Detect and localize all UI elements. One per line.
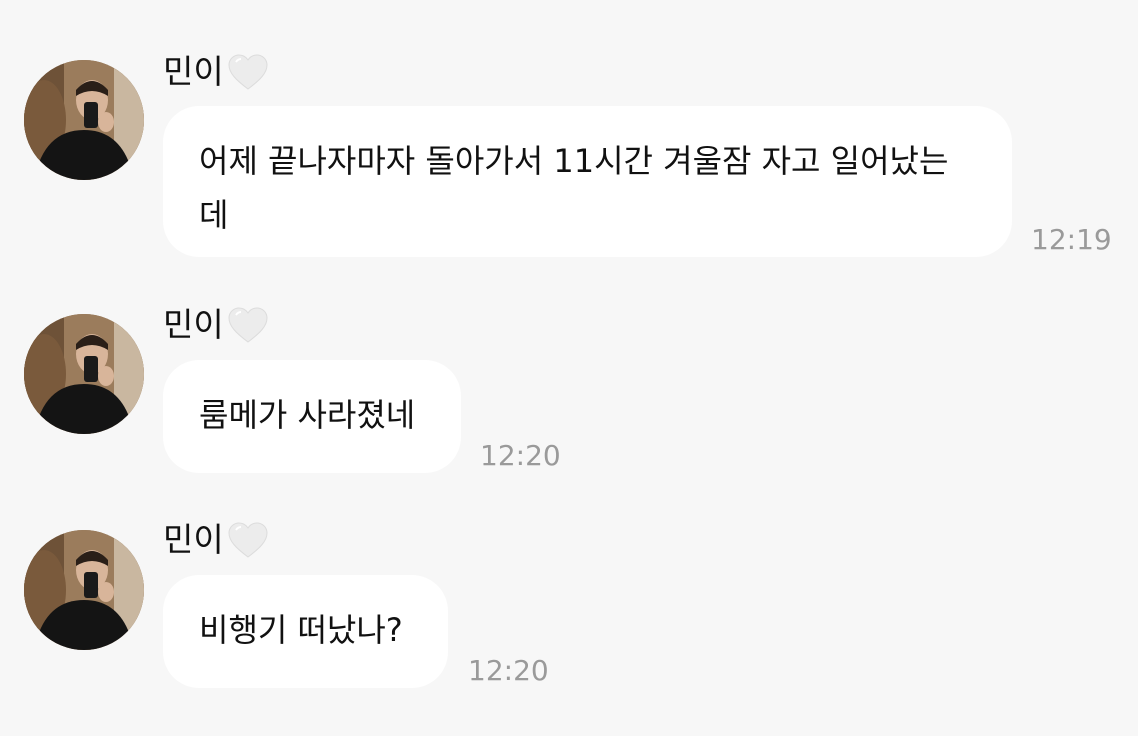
message-bubble[interactable]: 룸메가 사라졌네 <box>163 360 461 473</box>
sender-row: 민이 <box>163 50 270 94</box>
sender-row: 민이 <box>163 303 270 347</box>
avatar[interactable] <box>24 530 144 650</box>
message-time: 12:19 <box>1031 223 1112 256</box>
white-heart-icon <box>228 522 268 558</box>
sender-row: 민이 <box>163 518 270 562</box>
avatar[interactable] <box>24 60 144 180</box>
message-time: 12:20 <box>480 439 561 472</box>
white-heart-icon <box>228 54 268 90</box>
message-bubble[interactable]: 어제 끝나자마자 돌아가서 11시간 겨울잠 자고 일어났는데 <box>163 106 1012 257</box>
sender-name: 민이 <box>163 305 224 344</box>
message-bubble[interactable]: 비행기 떠났나? <box>163 575 448 688</box>
avatar[interactable] <box>24 314 144 434</box>
sender-name: 민이 <box>163 520 224 559</box>
sender-name: 민이 <box>163 52 224 91</box>
message-time: 12:20 <box>468 654 549 687</box>
white-heart-icon <box>228 307 268 343</box>
